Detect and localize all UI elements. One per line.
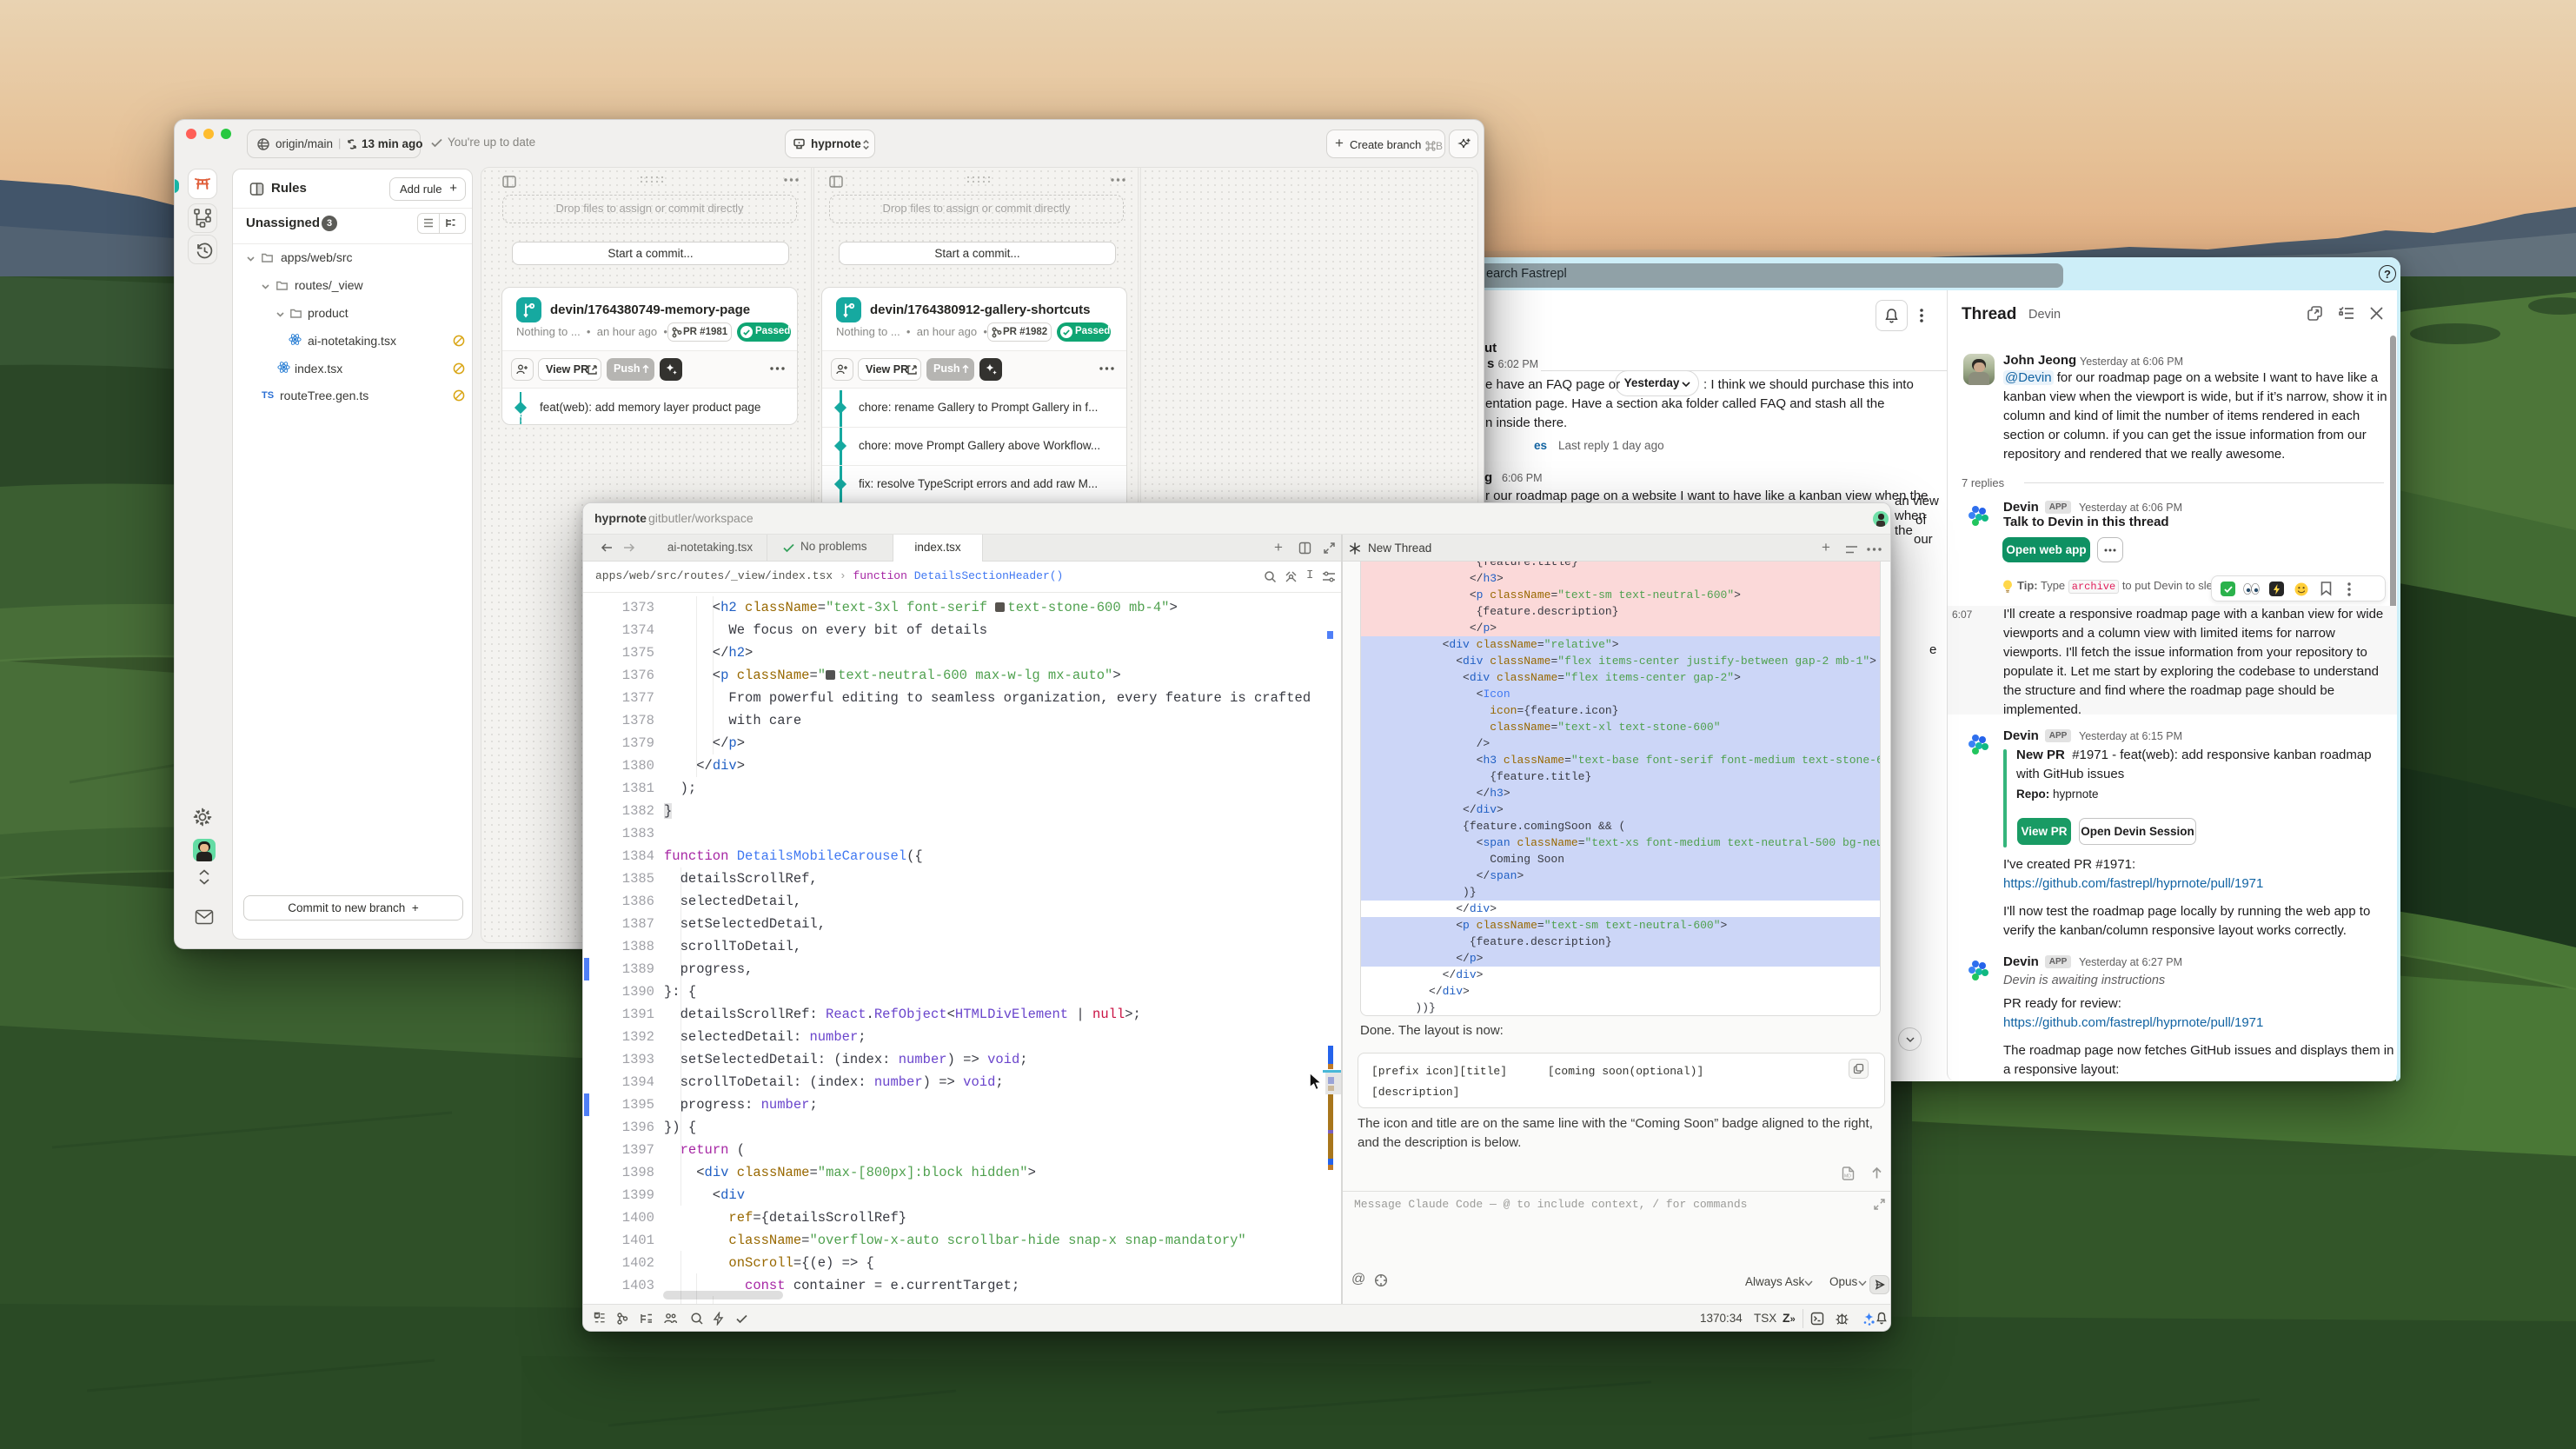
svg-text:MD: MD bbox=[1844, 1174, 1851, 1180]
